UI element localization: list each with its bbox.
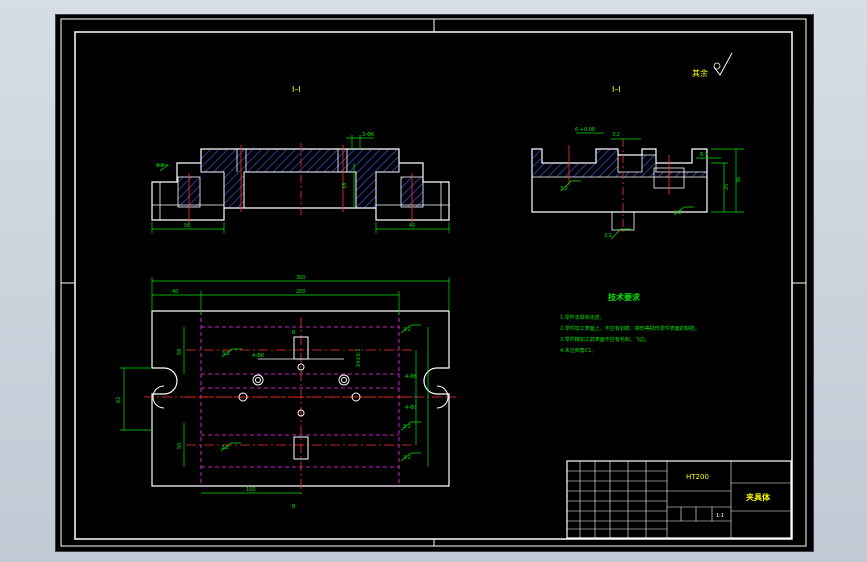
svg-text:4-Φ8: 4-Φ8 <box>405 374 417 380</box>
svg-text:3.2: 3.2 <box>403 455 411 461</box>
svg-text:B: B <box>292 504 296 510</box>
roughness-note: 其余 <box>692 52 733 78</box>
svg-text:3.2: 3.2 <box>604 233 612 239</box>
part-name: 夹具体 <box>746 492 771 502</box>
svg-text:4-Φ7: 4-Φ7 <box>405 405 417 411</box>
svg-text:300: 300 <box>296 275 306 281</box>
svg-text:3-Φ6: 3-Φ6 <box>362 132 374 138</box>
svg-text:3.2: 3.2 <box>674 210 682 216</box>
svg-text:3.2: 3.2 <box>403 424 411 430</box>
center-marks <box>61 19 806 546</box>
drawing-sheet: 其余 I–I 56 40 3-Φ6 3.2 18 I–I 6 +0.08 3.2… <box>60 18 807 547</box>
svg-text:4-Φ8: 4-Φ8 <box>252 353 264 359</box>
svg-text:6 +0.08: 6 +0.08 <box>575 127 595 133</box>
tech-req-title: 技术要求 <box>608 292 641 302</box>
svg-text:18: 18 <box>342 183 348 189</box>
cad-drawing-viewport[interactable]: 其余 I–I 56 40 3-Φ6 3.2 18 I–I 6 +0.08 3.2… <box>55 14 814 552</box>
svg-text:36: 36 <box>736 177 742 183</box>
section-b-outline <box>531 148 708 213</box>
material-label: HT200 <box>686 473 709 481</box>
tech-req-line-3: 3.零件精加工前表面不应有毛刺、飞边。 <box>560 336 650 343</box>
plan-view: 300 40 200 100 62 50 50 24±0.1 4-Φ8 4-Φ7… <box>116 275 456 510</box>
svg-text:3.2: 3.2 <box>612 132 620 138</box>
svg-text:50: 50 <box>177 443 183 449</box>
svg-text:3.2: 3.2 <box>156 163 164 169</box>
svg-text:56: 56 <box>184 223 190 229</box>
svg-text:其余: 其余 <box>692 68 708 78</box>
section-a-hatch <box>200 148 400 209</box>
svg-text:200: 200 <box>296 289 306 295</box>
sheet-inner-border <box>74 31 793 540</box>
bolt-holes <box>238 363 361 417</box>
svg-text:40: 40 <box>172 289 178 295</box>
svg-text:25: 25 <box>724 184 730 190</box>
svg-text:3.2: 3.2 <box>403 327 411 333</box>
section-view-b: I–I 6 +0.08 3.2 6.3 36 25 3.2 3.2 3.2 <box>531 85 744 240</box>
svg-text:100: 100 <box>246 487 256 493</box>
svg-text:40: 40 <box>409 223 415 229</box>
section-b-label: I–I <box>612 85 621 94</box>
svg-text:24±0.1: 24±0.1 <box>356 348 362 367</box>
section-a-label: I–I <box>292 85 301 94</box>
svg-text:3.2: 3.2 <box>560 186 568 192</box>
svg-text:3.2: 3.2 <box>221 445 229 451</box>
svg-text:6.3: 6.3 <box>700 152 708 158</box>
svg-text:3.2: 3.2 <box>222 351 230 357</box>
technical-requirements: 技术要求 1.零件去除氧化皮。 2.零件加工表面上，不应有划痕、擦伤等损伤零件表… <box>560 292 700 354</box>
section-view-a: I–I 56 40 3-Φ6 3.2 18 <box>151 85 450 233</box>
svg-text:62: 62 <box>116 397 122 403</box>
tech-req-line-2: 2.零件加工表面上，不应有划痕、擦伤等损伤零件表面的缺陷。 <box>560 325 700 332</box>
roughness-icon <box>713 52 733 76</box>
scale-label: 1:1 <box>716 513 724 519</box>
svg-text:B: B <box>292 330 296 336</box>
svg-text:50: 50 <box>177 349 183 355</box>
sheet-outer-border <box>60 18 807 547</box>
tech-req-line-1: 1.零件去除氧化皮。 <box>560 314 605 321</box>
tech-req-line-4: 4.未注倒角C1。 <box>560 347 596 354</box>
title-block: HT200 夹具体 1:1 <box>566 460 792 539</box>
